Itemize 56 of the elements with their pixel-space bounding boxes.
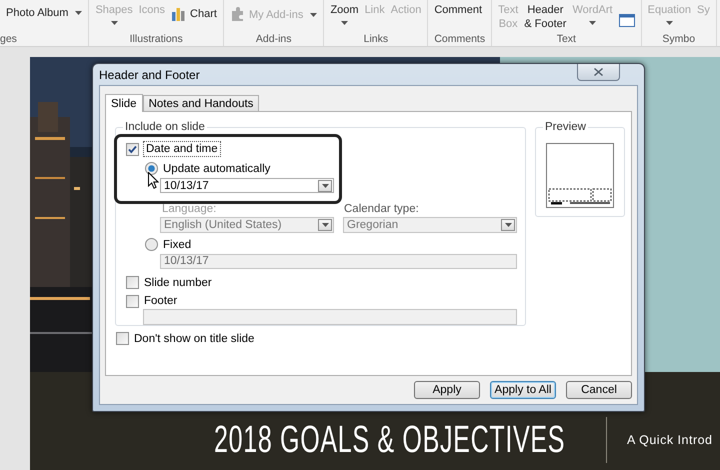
group-label: Add-ins (254, 33, 292, 45)
window-icon (618, 14, 635, 27)
dropdown[interactable]: 10/13/17 (160, 178, 334, 194)
radio-button[interactable] (145, 162, 158, 176)
ribbon-button[interactable] (618, 14, 635, 27)
group-label: ges (0, 33, 18, 45)
radio-label: Fixed (163, 238, 192, 252)
caret-icon (322, 184, 328, 188)
checkbox[interactable] (126, 294, 139, 308)
puzzle-icon (230, 7, 245, 22)
checkbox-label: Footer (144, 294, 178, 308)
group-label: Text (556, 33, 577, 45)
checkbox[interactable] (116, 332, 129, 345)
ribbon-button[interactable]: Zoom (330, 3, 359, 25)
caret-icon (341, 21, 348, 25)
tab[interactable]: Slide (105, 94, 143, 112)
bar-chart-icon (171, 7, 186, 21)
ribbon-button[interactable]: Chart (171, 7, 217, 21)
slide-title: 2018 GOALS & OBJECTIVES (214, 418, 566, 462)
group-label: Illustrations (128, 33, 184, 45)
checkbox-label: Date and time (144, 142, 220, 156)
cursor-icon (148, 172, 159, 189)
dialog-title: Header and Footer (99, 68, 200, 82)
field-label: Language: (162, 203, 218, 216)
group-label: Preview (543, 121, 588, 133)
slide-preview-drawing (546, 143, 614, 208)
dialog-button[interactable]: Cancel (566, 381, 632, 399)
input-field[interactable] (143, 309, 517, 325)
checkbox-label: Slide number (144, 276, 212, 290)
caret-icon (666, 21, 673, 25)
tab[interactable]: Notes and Handouts (142, 95, 260, 111)
radio-button[interactable] (145, 238, 158, 252)
caret-icon (75, 11, 82, 15)
ribbon-button[interactable]: Header & Footer (524, 3, 566, 31)
group-label: Comments (434, 33, 486, 45)
dialog-button[interactable]: Apply (414, 381, 480, 399)
input-field[interactable]: 10/13/17 (160, 254, 517, 270)
ribbon-button[interactable]: Photo Album (6, 7, 82, 19)
dialog-button[interactable]: Apply to All (490, 381, 556, 399)
checkbox[interactable] (126, 142, 139, 156)
caret-icon (589, 21, 596, 25)
group-label: Links (362, 33, 390, 45)
caret-icon (322, 223, 328, 228)
group-label: Include on slide (123, 121, 207, 133)
caret-icon (310, 12, 318, 16)
field-label: Calendar type: (344, 203, 419, 216)
ribbon-button[interactable]: Comment (434, 3, 482, 17)
close-icon (594, 68, 603, 76)
radio-label: Update automatically (163, 162, 270, 176)
caret-icon (504, 223, 512, 228)
slide-subtitle: A Quick Introd (627, 433, 713, 447)
checkbox-label: Don't show on title slide (134, 332, 254, 346)
checkbox[interactable] (126, 276, 139, 290)
group-label: Symbo (661, 33, 696, 45)
caret-icon (110, 21, 118, 25)
close-button[interactable] (577, 64, 620, 81)
